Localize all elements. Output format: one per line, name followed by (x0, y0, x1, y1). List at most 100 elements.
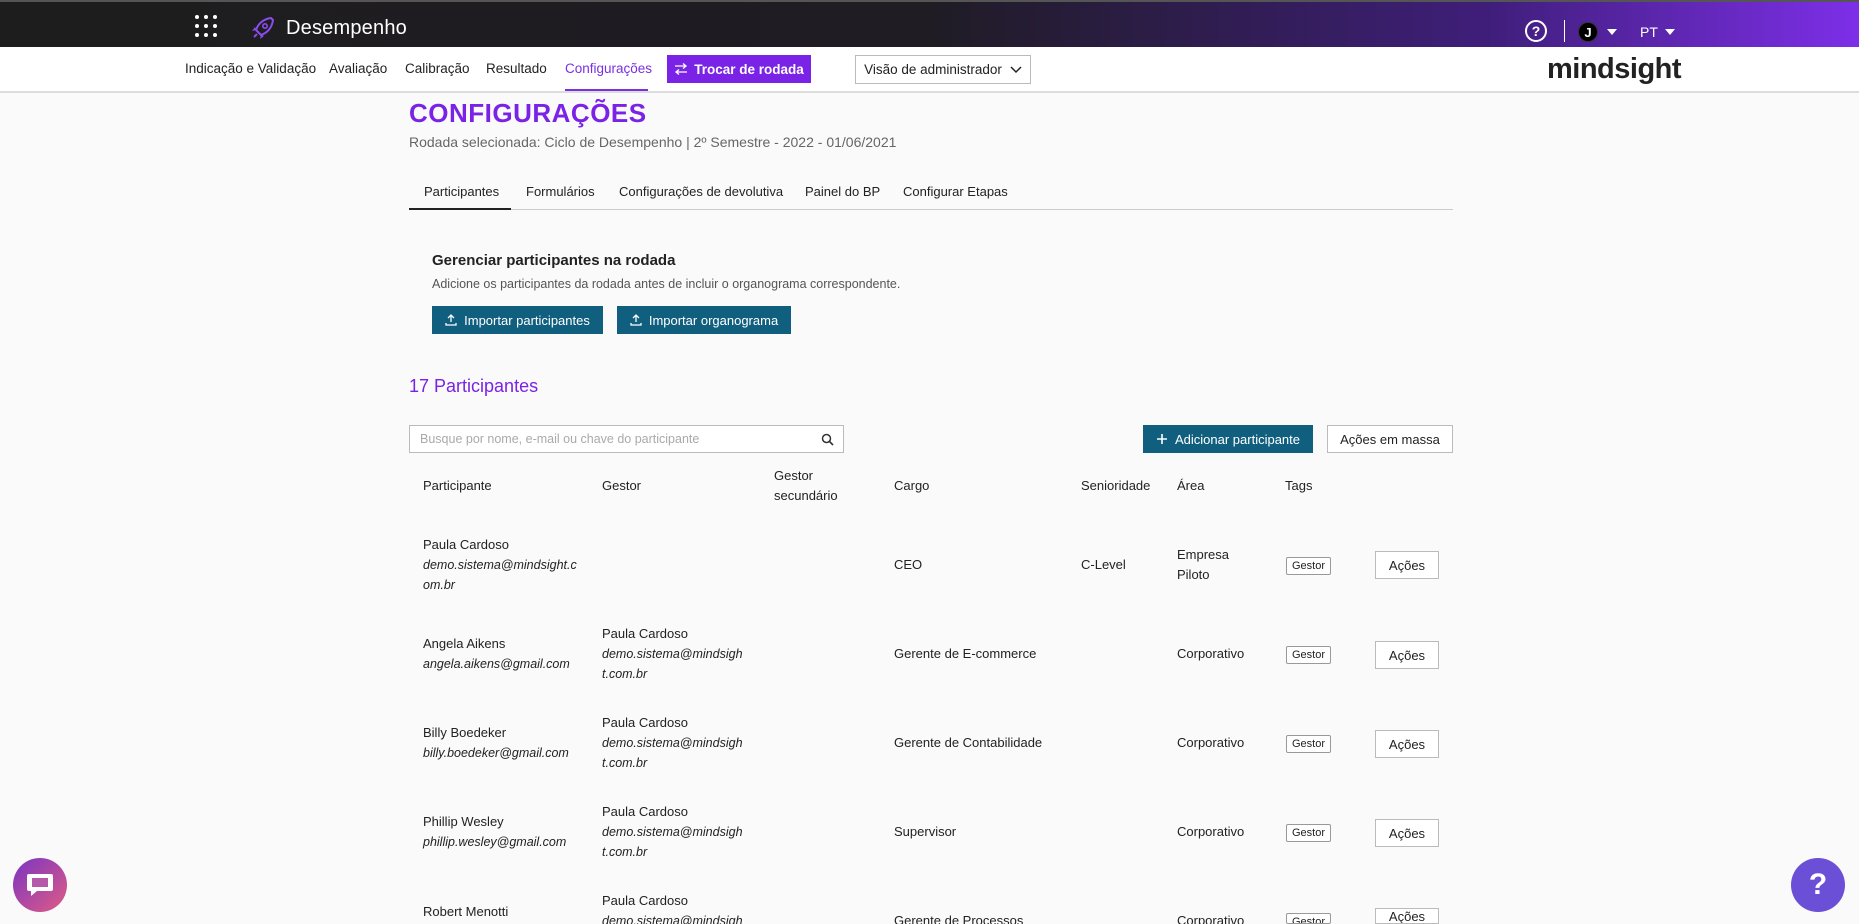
page-subtitle: Rodada selecionada: Ciclo de Desempenho … (409, 134, 897, 150)
plus-icon (1156, 434, 1167, 444)
active-tab-indicator (409, 208, 511, 210)
chat-icon (27, 874, 53, 896)
participant-email: demo.sistema@mindsight.com.br (423, 558, 577, 592)
brand-logo: mindsight (1547, 53, 1682, 85)
divider (1564, 20, 1565, 42)
participant-cell: Phillip Wesley phillip.wesley@gmail.com (423, 812, 578, 852)
manager-name: Paula Cardoso (602, 715, 688, 730)
tab-configurar-etapas[interactable]: Configurar Etapas (903, 184, 1008, 199)
participant-name: Angela Aikens (423, 636, 506, 651)
manager-cell: Paula Cardoso demo.sistema@mindsight.com… (602, 624, 748, 684)
manager-cell: Paula Cardoso demo.sistema@mindsight.com… (602, 802, 748, 862)
help-fab-icon[interactable]: ? (1791, 858, 1845, 912)
tab-configuracoes-devolutiva[interactable]: Configurações de devolutiva (619, 184, 783, 199)
tag-badge: Gestor (1286, 646, 1332, 664)
manage-section-description: Adicione os participantes da rodada ante… (432, 277, 901, 291)
nav-indicacao-validacao[interactable]: Indicação e Validação (185, 61, 316, 76)
participant-name: Robert Menotti (423, 904, 509, 919)
trocar-rodada-label: Trocar de rodada (694, 61, 804, 77)
participant-search-input[interactable] (410, 426, 810, 452)
column-header-gestor: Gestor (602, 478, 642, 493)
nav-resultado[interactable]: Resultado (486, 61, 547, 76)
row-actions-button[interactable]: Ações (1375, 551, 1439, 579)
nav-configuracoes[interactable]: Configurações (565, 61, 652, 76)
swap-icon (675, 63, 688, 75)
user-menu-caret-icon[interactable] (1607, 29, 1617, 35)
participant-name: Paula Cardoso (423, 537, 509, 552)
participant-name: Phillip Wesley (423, 814, 504, 829)
cargo-cell: Gerente de E-commerce (894, 646, 1037, 661)
manager-name: Paula Cardoso (602, 626, 688, 641)
manager-name: Paula Cardoso (602, 893, 688, 908)
import-org-label: Importar organograma (648, 312, 779, 328)
active-nav-indicator (565, 89, 648, 91)
column-header-gestor-secundario: Gestor secundário (774, 468, 838, 503)
participant-email: phillip.wesley@gmail.com (423, 835, 567, 849)
tag-badge: Gestor (1286, 824, 1332, 842)
column-header-senioridade: Senioridade (1081, 478, 1151, 493)
participant-email: angela.aikens@gmail.com (423, 657, 570, 671)
nav-avaliacao[interactable]: Avaliação (329, 61, 387, 76)
apps-grid-icon[interactable] (195, 15, 217, 37)
add-participant-label: Adicionar participante (1174, 431, 1301, 447)
manage-section-title: Gerenciar participantes na rodada (432, 252, 676, 269)
import-participants-label: Importar participantes (464, 312, 590, 328)
view-mode-value: Visão de administrador (864, 62, 1002, 77)
help-icon[interactable]: ? (1525, 20, 1547, 42)
tag-badge: Gestor (1286, 735, 1332, 753)
area-cell: Corporativo (1177, 913, 1245, 924)
row-actions-button[interactable]: Ações (1375, 908, 1439, 924)
tab-formularios[interactable]: Formulários (526, 184, 595, 199)
manager-email: demo.sistema@mindsight.com.br (602, 914, 743, 924)
page-title: CONFIGURAÇÕES (409, 98, 647, 128)
manager-email: demo.sistema@mindsight.com.br (602, 736, 743, 770)
upload-icon (445, 314, 457, 326)
row-actions-button[interactable]: Ações (1375, 641, 1439, 669)
participants-count: 17 Participantes (409, 376, 539, 396)
column-header-area: Área (1177, 478, 1205, 493)
column-header-cargo: Cargo (894, 478, 930, 493)
rocket-icon (252, 16, 275, 39)
top-bar: Desempenho ? J PT (0, 0, 1859, 47)
manager-cell: Paula Cardoso demo.sistema@mindsight.com… (602, 713, 748, 773)
column-header-participante: Participante (423, 478, 492, 493)
tab-painel-bp[interactable]: Painel do BP (805, 184, 880, 199)
language-caret-icon[interactable] (1665, 29, 1675, 35)
row-actions-button[interactable]: Ações (1375, 730, 1439, 758)
participant-cell: Robert Menotti (423, 902, 578, 922)
mass-actions-button[interactable]: Ações em massa (1327, 425, 1453, 453)
cargo-cell: Gerente de Contabilidade (894, 735, 1043, 750)
area-cell: Corporativo (1177, 646, 1245, 661)
cargo-cell: Gerente de Processos (894, 913, 1024, 924)
search-icon[interactable] (821, 433, 834, 446)
area-cell: Corporativo (1177, 824, 1245, 839)
nav-calibracao[interactable]: Calibração (405, 61, 470, 76)
manager-name: Paula Cardoso (602, 804, 688, 819)
participant-search[interactable] (409, 425, 844, 453)
user-avatar[interactable]: J (1578, 22, 1598, 42)
add-participant-button[interactable]: Adicionar participante (1143, 425, 1313, 453)
main-nav: Indicação e Validação Avaliação Calibraç… (0, 47, 1859, 93)
app-title: Desempenho (286, 17, 407, 39)
area-cell: Corporativo (1177, 735, 1245, 750)
tab-participantes[interactable]: Participantes (424, 184, 499, 199)
chevron-down-icon (1010, 65, 1022, 73)
cargo-cell: Supervisor (894, 824, 957, 839)
view-mode-select[interactable]: Visão de administrador (855, 55, 1031, 84)
chat-widget-button[interactable] (13, 858, 67, 912)
participant-cell: Angela Aikens angela.aikens@gmail.com (423, 634, 578, 674)
participant-email: billy.boedeker@gmail.com (423, 746, 569, 760)
trocar-rodada-button[interactable]: Trocar de rodada (667, 55, 811, 83)
import-org-button[interactable]: Importar organograma (617, 306, 791, 334)
language-selector[interactable]: PT (1640, 24, 1658, 40)
manager-cell: Paula Cardoso demo.sistema@mindsight.com… (602, 891, 748, 924)
participant-cell: Billy Boedeker billy.boedeker@gmail.com (423, 723, 578, 763)
participant-name: Billy Boedeker (423, 725, 507, 740)
manager-email: demo.sistema@mindsight.com.br (602, 825, 743, 859)
import-participants-button[interactable]: Importar participantes (432, 306, 603, 334)
row-actions-button[interactable]: Ações (1375, 819, 1439, 847)
cargo-cell: CEO (894, 557, 923, 572)
upload-icon (630, 314, 642, 326)
senioridade-cell: C-Level (1081, 557, 1126, 572)
participant-cell: Paula Cardoso demo.sistema@mindsight.com… (423, 535, 578, 595)
